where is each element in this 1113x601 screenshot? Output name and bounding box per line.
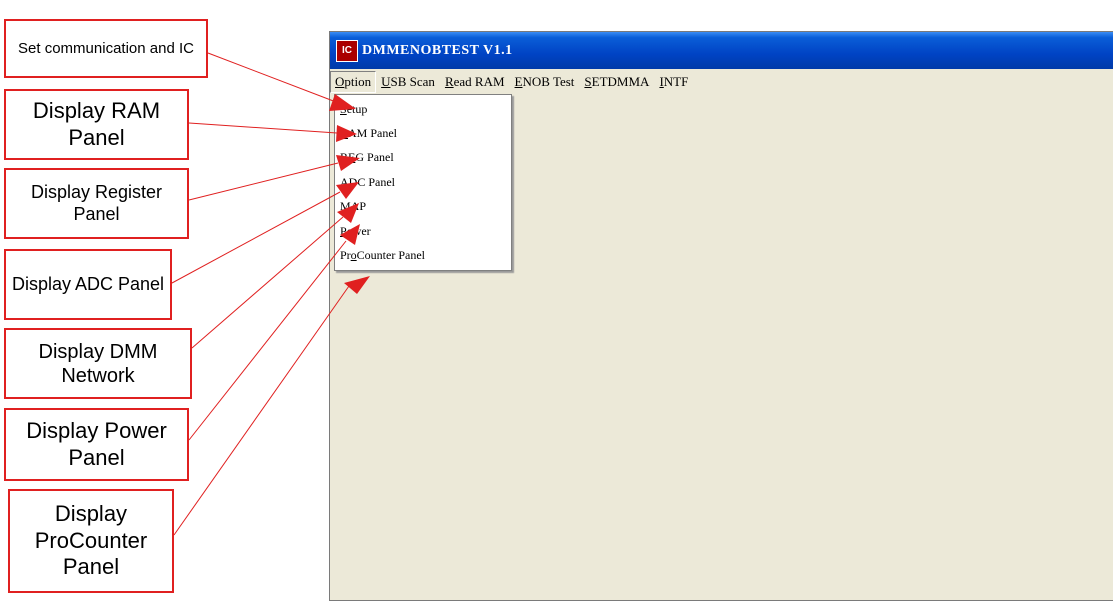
menu-item-adc-panel[interactable]: A DC Panel (335, 170, 511, 194)
callout-set-communication: Set communication and IC (4, 19, 208, 78)
menu-item-map[interactable]: M AP (335, 195, 511, 219)
arrow-line-power (188, 240, 347, 441)
callout-procounter-panel: Display ProCounter Panel (8, 489, 174, 593)
menu-option[interactable]: Option (330, 71, 377, 93)
menu-bar: Option U SB Scan Read RAM E NOB Test S ETDM… (330, 71, 1113, 93)
callout-register-panel: Display Register Panel (4, 168, 189, 239)
menu-item-procounter-panel[interactable]: Pr o Counter Panel (335, 243, 511, 267)
callout-dmm-network: Display DMM Network (4, 328, 192, 399)
callout-adc-panel: Display ADC Panel (4, 249, 172, 320)
callout-power-panel: Display Power Panel (4, 408, 189, 481)
arrow-line-ram (188, 122, 338, 134)
arrow-line-map (191, 216, 344, 349)
menu-item-ram-panel[interactable]: R AM Panel (335, 121, 511, 145)
menu-item-power[interactable]: Power (335, 219, 511, 243)
menu-read-ram[interactable]: Read RAM (440, 72, 510, 92)
menu-intf[interactable]: I NTF (654, 72, 693, 92)
callout-ram-panel: Display RAM Panel (4, 89, 189, 160)
app-window: IC DMMENOBTEST V1.1 Option U SB Scan Read… (329, 31, 1113, 601)
window-title: DMMENOBTEST V1.1 (362, 42, 513, 58)
arrow-line-reg (188, 162, 339, 201)
menu-setdmma[interactable]: S ETDMMA (579, 72, 654, 92)
menu-item-setup[interactable]: Setup (335, 97, 511, 121)
menu-enob-test[interactable]: E NOB Test (510, 72, 580, 92)
app-icon: IC (336, 39, 358, 62)
arrow-line-setup (207, 52, 337, 103)
arrow-line-procounter (173, 285, 350, 536)
menu-usb-scan[interactable]: U SB Scan (376, 72, 440, 92)
title-bar[interactable]: IC DMMENOBTEST V1.1 (330, 32, 1113, 69)
menu-item-reg-panel[interactable]: REG Panel (335, 146, 511, 170)
arrow-line-adc (171, 191, 341, 284)
option-dropdown-menu: Setup R AM Panel REG Panel A DC Panel M AP … (334, 94, 512, 271)
